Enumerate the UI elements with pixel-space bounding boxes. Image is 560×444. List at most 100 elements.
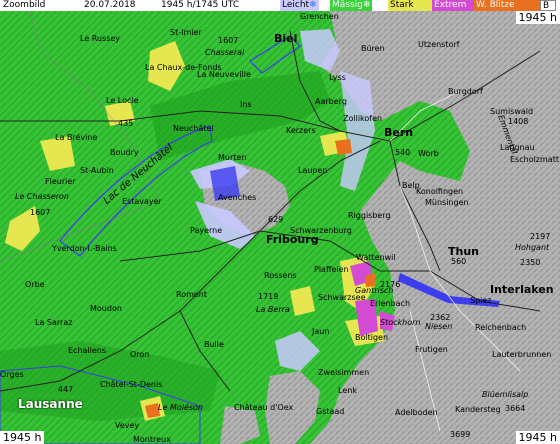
label-hohgant: Hohgant xyxy=(515,243,550,252)
label-romont: Romont xyxy=(176,290,207,299)
label-utzenstorf: Utzenstorf xyxy=(418,40,460,49)
legend-lightning-label: W. Blitze xyxy=(476,0,515,10)
label-sumiswald: Sumiswald xyxy=(490,107,534,116)
label-escholzmatt: Escholzmatt xyxy=(510,155,559,164)
legend-strong-label: Stark xyxy=(390,0,414,10)
label-schwarzenburg: Schwarzenburg xyxy=(290,226,352,235)
label-frutigen: Frutigen xyxy=(415,345,448,354)
zoom-label: Zoombild xyxy=(3,0,46,10)
label-ins: Ins xyxy=(240,100,252,109)
peak-1607b: 1607 xyxy=(30,208,51,217)
label-estavayer: Estavayer xyxy=(122,197,162,206)
label-echallens: Echallens xyxy=(68,346,107,355)
label-burgdorf: Burgdorf xyxy=(448,87,483,96)
label-la-brevine: La Brévine xyxy=(55,133,98,142)
city-lausanne: Lausanne xyxy=(18,397,83,411)
label-kandersteg: Kandersteg xyxy=(455,405,501,414)
peak-3664: 3664 xyxy=(505,404,526,413)
legend-extreme-label: Extrem xyxy=(434,0,467,10)
label-le-russey: Le Russey xyxy=(80,34,121,43)
label-orbe: Orbe xyxy=(25,280,45,289)
label-jaun: Jaun xyxy=(312,327,330,336)
peak-1607: 1607 xyxy=(218,36,239,45)
city-biel: Biel xyxy=(274,32,298,45)
label-wattenwil: Wattenwil xyxy=(356,253,396,262)
legend-light-label: Leicht xyxy=(282,0,310,10)
label-montreux: Montreux xyxy=(133,435,171,444)
legend-light: Leicht❄ xyxy=(280,0,319,11)
label-bulle: Bulle xyxy=(204,340,224,349)
time-top-right: 1945 h xyxy=(515,11,560,24)
snowflake-icon: ❄ xyxy=(309,0,317,10)
label-vevey: Vevey xyxy=(115,421,140,430)
label-le-chasseron: Le Chasseron xyxy=(15,192,69,201)
weather-radar-map: Zoombild 20.07.2018 1945 h/1745 UTC Leic… xyxy=(0,0,560,444)
peak-3699: 3699 xyxy=(450,430,471,439)
label-yverdon: Yverdon-l.-Bains xyxy=(52,244,117,253)
label-boltigen: Boltigen xyxy=(355,333,389,342)
label-stockhorn: Stockhorn xyxy=(380,318,421,327)
label-moudon: Moudon xyxy=(90,304,122,313)
time-bottom-right: 1945 h xyxy=(515,431,560,444)
label-le-moleson: Le Moléson xyxy=(158,403,203,412)
label-lauterbrunnen: Lauterbrunnen xyxy=(492,350,552,359)
label-bluemlisalp: Blüemlisalp xyxy=(482,390,529,399)
peak-2350: 2350 xyxy=(520,258,541,267)
label-zweisimmen: Zweisimmen xyxy=(318,368,370,377)
peak-1719: 1719 xyxy=(258,292,279,301)
label-la-neuveville: La Neuveville xyxy=(197,70,251,79)
label-aarberg: Aarberg xyxy=(315,97,347,106)
label-la-berra: La Berra xyxy=(256,305,290,314)
time-bottom-left: 1945 h xyxy=(0,431,45,444)
city-bern: Bern xyxy=(384,126,414,139)
snowflake-icon: ❄ xyxy=(362,0,371,10)
date-label: 20.07.2018 xyxy=(84,0,136,10)
label-gstaad: Gstaad xyxy=(316,407,345,416)
label-payerne: Payerne xyxy=(190,226,223,235)
peak-447: 447 xyxy=(58,385,74,394)
label-niesen: Niesen xyxy=(425,322,453,331)
label-zollikofen: Zollikofen xyxy=(343,114,383,123)
label-chasseral: Chasseral xyxy=(205,48,245,57)
header-bar: Zoombild 20.07.2018 1945 h/1745 UTC Leic… xyxy=(0,0,560,11)
legend-extreme: Extrem xyxy=(432,0,474,11)
label-oron: Oron xyxy=(130,350,150,359)
label-buren: Büren xyxy=(361,44,385,53)
label-grenchen: Grenchen xyxy=(300,12,339,21)
legend-moderate: Mässig❄ xyxy=(330,0,373,11)
label-plaffeien: Plaffeien xyxy=(314,265,349,274)
peak-435: 435 xyxy=(118,119,134,128)
label-murten: Murten xyxy=(218,153,247,162)
legend-b: B xyxy=(540,0,556,11)
label-worb: Worb xyxy=(418,149,439,158)
peak-2197: 2197 xyxy=(530,232,551,241)
label-orges: Orges xyxy=(0,370,24,379)
label-st-imier: St-Imier xyxy=(170,28,202,37)
peak-2362: 2362 xyxy=(430,313,451,322)
label-riggisberg: Riggisberg xyxy=(348,211,391,220)
label-rossens: Rossens xyxy=(264,271,297,280)
label-kerzers: Kerzers xyxy=(286,126,316,135)
label-chatel-st-denis: Châtel-St-Denis xyxy=(100,380,163,389)
label-lyss: Lyss xyxy=(329,73,346,82)
time-label: 1945 h/1745 UTC xyxy=(161,0,240,10)
peak-2176: 2176 xyxy=(380,280,401,289)
label-st-aubin: St-Aubin xyxy=(80,166,114,175)
label-boudry: Boudry xyxy=(110,148,139,157)
peak-560: 560 xyxy=(451,257,467,266)
label-le-locle: Le Locle xyxy=(106,96,139,105)
label-avenches: Avenches xyxy=(218,193,257,202)
label-spiez: Spiez xyxy=(470,296,492,305)
label-fleurier: Fleurier xyxy=(45,177,76,186)
label-erlenbach: Erlenbach xyxy=(370,299,411,308)
label-la-sarraz: La Sarraz xyxy=(35,318,73,327)
label-chateau-doex: Château d'Oex xyxy=(234,403,294,412)
legend-b-label: B xyxy=(543,1,550,11)
label-neuchatel: Neuchâtel xyxy=(173,124,214,133)
peak-540: 540 xyxy=(395,148,411,157)
label-laupen: Laupen xyxy=(298,166,328,175)
label-adelboden: Adelboden xyxy=(395,408,438,417)
peak-629: 629 xyxy=(268,215,284,224)
label-reichenbach: Reichenbach xyxy=(475,323,527,332)
label-munsingen: Münsingen xyxy=(425,198,469,207)
